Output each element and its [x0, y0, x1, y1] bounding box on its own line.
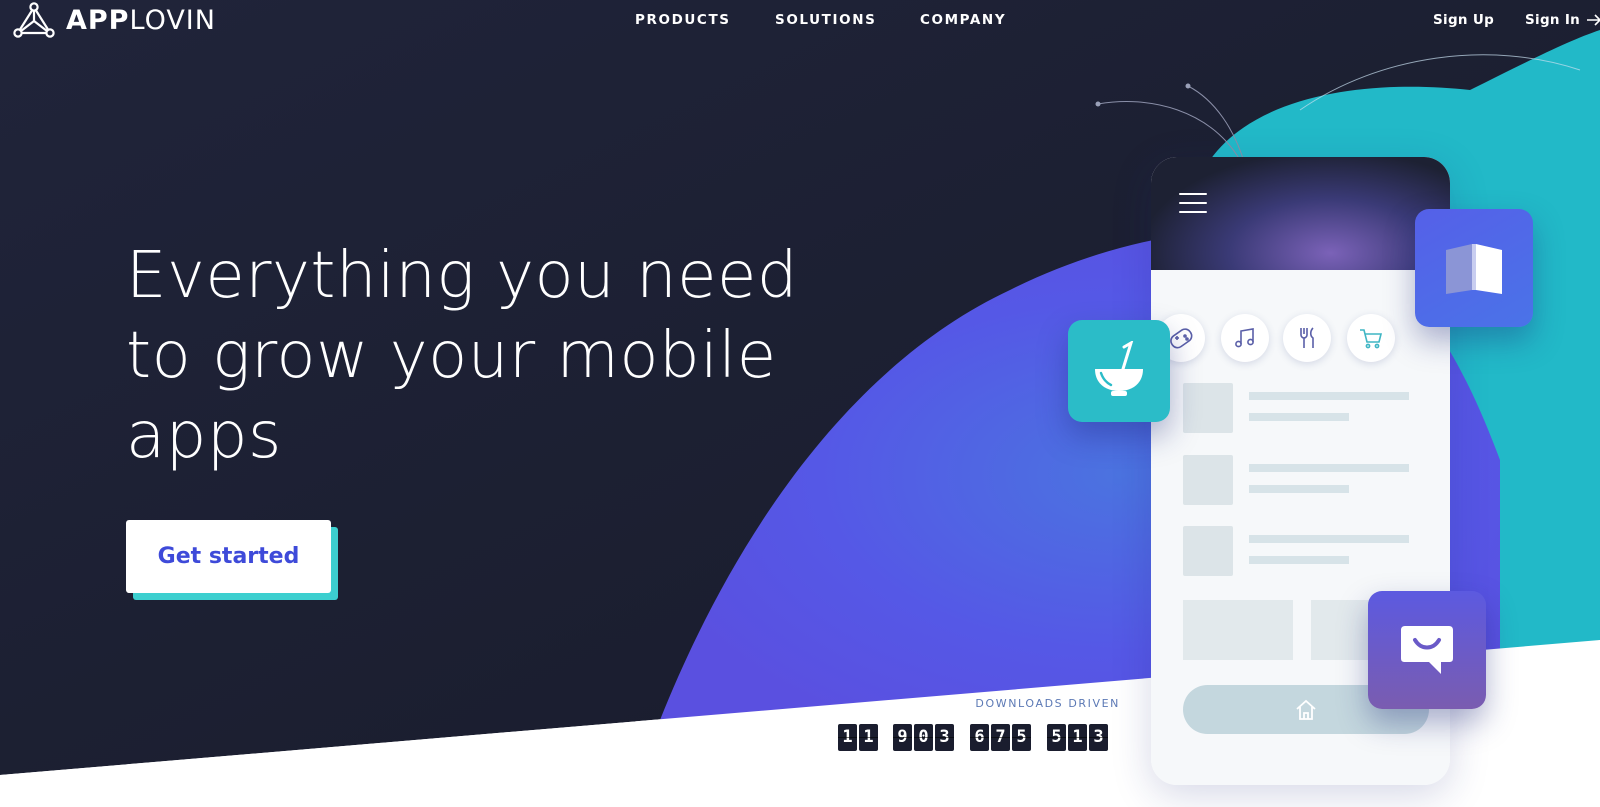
- list-item-subtitle-placeholder: [1249, 556, 1349, 564]
- headline-line-1: Everything you need: [126, 239, 798, 313]
- headline-line-2: to grow your mobile: [126, 319, 777, 393]
- counter-digit: 9: [893, 724, 912, 751]
- food-bowl-icon: [1095, 341, 1143, 396]
- sign-in-link[interactable]: Sign In: [1525, 12, 1600, 28]
- counter-digit: 1: [1068, 724, 1087, 751]
- music-icon[interactable]: [1221, 314, 1269, 362]
- nav-company-link[interactable]: COMPANY: [920, 12, 1006, 28]
- food-bowl-tile: [1068, 320, 1170, 422]
- counter-digit: 6: [970, 724, 989, 751]
- counter-digit: 1: [838, 724, 857, 751]
- get-started-button[interactable]: Get started: [126, 520, 331, 593]
- phone-header: [1151, 157, 1450, 270]
- chat-smile-icon: [1401, 626, 1453, 674]
- downloads-driven-label: DOWNLOADS DRIVEN: [975, 697, 1120, 710]
- book-icon: [1446, 244, 1502, 294]
- list-item-subtitle-placeholder: [1249, 485, 1349, 493]
- nav-solutions-link[interactable]: SOLUTIONS: [775, 12, 876, 28]
- cart-icon[interactable]: [1347, 314, 1395, 362]
- arrow-right-icon: [1587, 14, 1600, 26]
- hero-headline: Everything you need to grow your mobile …: [126, 236, 826, 476]
- headline-line-3: apps: [126, 399, 282, 473]
- sign-up-link[interactable]: Sign Up: [1433, 12, 1494, 28]
- list-item-subtitle-placeholder: [1249, 413, 1349, 421]
- list-item-title-placeholder: [1249, 392, 1409, 400]
- counter-digit: 3: [1089, 724, 1108, 751]
- list-item-title-placeholder: [1249, 535, 1409, 543]
- content-card-placeholder: [1183, 600, 1293, 660]
- counter-digit: 1: [859, 724, 878, 751]
- list-item-thumbnail: [1183, 526, 1233, 576]
- top-navigation: PRODUCTS SOLUTIONS COMPANY Sign Up Sign …: [0, 12, 1600, 32]
- hamburger-menu-icon[interactable]: [1179, 193, 1207, 215]
- list-item-thumbnail: [1183, 455, 1233, 505]
- counter-digit: 5: [1047, 724, 1066, 751]
- book-tile: [1415, 209, 1533, 327]
- counter-digit: 0: [914, 724, 933, 751]
- list-item-title-placeholder: [1249, 464, 1409, 472]
- counter-digit: 5: [1012, 724, 1031, 751]
- chat-tile: [1368, 591, 1486, 709]
- counter-digit: 7: [991, 724, 1010, 751]
- home-icon: [1296, 699, 1316, 720]
- counter-digit: 3: [935, 724, 954, 751]
- nav-products-link[interactable]: PRODUCTS: [635, 12, 731, 28]
- fork-knife-icon[interactable]: [1283, 314, 1331, 362]
- sign-in-label: Sign In: [1525, 12, 1581, 28]
- list-item-thumbnail: [1183, 383, 1233, 433]
